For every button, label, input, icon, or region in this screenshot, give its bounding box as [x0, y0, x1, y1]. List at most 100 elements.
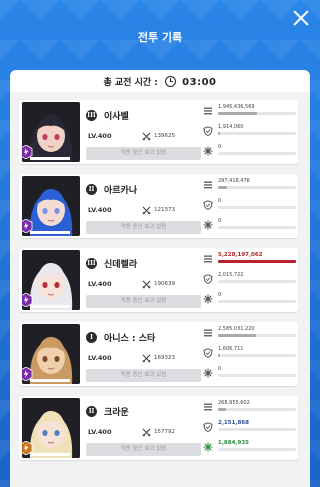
crossed-swords-icon: [142, 428, 151, 436]
stats-panel: 268,955,602 2,151,868 1,884,935: [203, 398, 296, 458]
damage-taken-stat: 2,151,868: [203, 419, 296, 439]
portrait-hp-bar: [30, 305, 70, 308]
character-portrait: [22, 250, 80, 310]
damage-dealt-bar: [218, 260, 296, 263]
class-badge-icon: [22, 367, 33, 381]
stats-panel: 1,945,436,569 1,914,060 0: [203, 102, 296, 162]
character-level: LV.400: [88, 280, 112, 288]
total-time-value: 03:00: [182, 77, 217, 88]
damage-dealt-stat: 2,585,031,220: [203, 325, 296, 345]
burst-badge: I: [86, 331, 97, 343]
crossed-swords-icon: [142, 354, 151, 362]
name-row: III 신데렐라: [86, 257, 138, 270]
burst-badge: III: [86, 257, 97, 269]
heal-bar: [218, 226, 296, 229]
crossed-swords-icon: [142, 280, 151, 288]
damage-taken-value: 0: [218, 198, 222, 204]
character-level: LV.400: [88, 206, 112, 214]
combat-power: 157792: [142, 427, 175, 437]
stats-panel: 297,418,476 0 0: [203, 176, 296, 236]
active-effects-box[interactable]: 적용 중인 효과 없음: [86, 369, 201, 382]
character-card[interactable]: III 신데렐라 LV.400 190639 적용 중인 효과 없음 5,228…: [19, 248, 298, 312]
character-card[interactable]: II 크라운 LV.400 157792 적용 중인 효과 없음 268,955…: [19, 396, 298, 460]
heal-stat: 0: [203, 143, 296, 163]
damage-dealt-value: 2,585,031,220: [218, 326, 255, 332]
character-name: 신데렐라: [104, 259, 138, 270]
damage-taken-bar: [218, 280, 296, 283]
active-effects-box[interactable]: 적용 중인 효과 없음: [86, 221, 201, 234]
heal-bar: [218, 374, 296, 377]
shield-icon: [203, 274, 213, 284]
combat-power-value: 139625: [154, 133, 175, 139]
heal-value: 0: [218, 292, 222, 298]
damage-dealt-value: 268,955,602: [218, 400, 250, 406]
character-level: LV.400: [88, 428, 112, 436]
shield-icon: [203, 126, 213, 136]
crossed-swords-icon: [142, 206, 151, 214]
damage-dealt-stat: 268,955,602: [203, 399, 296, 419]
heal-icon: [203, 220, 213, 230]
heal-stat: 0: [203, 365, 296, 385]
combat-power-value: 157792: [154, 429, 175, 435]
class-badge-icon: [22, 441, 33, 455]
character-name: 크라운: [104, 407, 129, 418]
character-list[interactable]: III 이사벨 LV.400 139625 적용 중인 효과 없음 1,945,…: [10, 92, 310, 487]
total-battle-time: 총 교전 시간 : 03:00: [10, 76, 310, 90]
combat-power: 139625: [142, 131, 175, 141]
character-name: 이사벨: [104, 111, 129, 122]
heal-icon: [203, 294, 213, 304]
heal-value: 0: [218, 144, 222, 150]
total-time-label: 총 교전 시간 :: [103, 78, 158, 88]
name-row: III 이사벨: [86, 109, 129, 122]
shield-icon: [203, 348, 213, 358]
heal-value: 0: [218, 366, 222, 372]
character-portrait: [22, 176, 80, 236]
heal-icon: [203, 442, 213, 452]
active-effects-box[interactable]: 적용 중인 효과 없음: [86, 443, 201, 456]
damage-icon: [204, 403, 212, 411]
combat-power: 169323: [142, 353, 175, 363]
damage-taken-bar: [218, 132, 296, 135]
name-row: II 아르카나: [86, 183, 137, 196]
character-card[interactable]: I 아니스 : 스타 LV.400 169323 적용 중인 효과 없음 2,5…: [19, 322, 298, 386]
combat-power: 121373: [142, 205, 175, 215]
character-name: 아니스 : 스타: [104, 333, 156, 344]
damage-taken-value: 1,914,060: [218, 124, 244, 130]
character-level: LV.400: [88, 354, 112, 362]
shield-icon: [203, 422, 213, 432]
stats-panel: 2,585,031,220 1,606,711 0: [203, 324, 296, 384]
damage-icon: [204, 255, 212, 263]
character-level: LV.400: [88, 132, 112, 140]
damage-dealt-bar: [218, 186, 296, 189]
heal-bar: [218, 152, 296, 155]
damage-taken-bar: [218, 428, 296, 431]
active-effects-box[interactable]: 적용 중인 효과 없음: [86, 295, 201, 308]
burst-badge: II: [86, 183, 97, 195]
damage-dealt-bar: [218, 112, 296, 115]
portrait-hp-bar: [30, 157, 70, 160]
damage-dealt-bar: [218, 334, 296, 337]
page-title: 전투 기록: [137, 31, 183, 44]
damage-taken-stat: 0: [203, 197, 296, 217]
heal-stat: 0: [203, 217, 296, 237]
class-badge-icon: [22, 293, 33, 307]
header: 전투 기록: [0, 0, 320, 70]
portrait-hp-bar: [30, 379, 70, 382]
battle-record-panel: 총 교전 시간 : 03:00 III 이사벨 LV.400 139625 적용…: [10, 70, 310, 487]
active-effects-box[interactable]: 적용 중인 효과 없음: [86, 147, 201, 160]
portrait-hp-bar: [30, 453, 70, 456]
damage-taken-stat: 1,914,060: [203, 123, 296, 143]
character-portrait: [22, 398, 80, 458]
combat-power-value: 169323: [154, 355, 175, 361]
character-card[interactable]: III 이사벨 LV.400 139625 적용 중인 효과 없음 1,945,…: [19, 100, 298, 164]
damage-taken-stat: 1,606,711: [203, 345, 296, 365]
damage-dealt-stat: 1,945,436,569: [203, 103, 296, 123]
shield-icon: [203, 200, 213, 210]
damage-taken-value: 2,015,722: [218, 272, 244, 278]
close-button[interactable]: [292, 9, 310, 27]
damage-dealt-value: 5,228,197,062: [218, 252, 263, 258]
heal-icon: [203, 146, 213, 156]
damage-icon: [204, 329, 212, 337]
character-card[interactable]: II 아르카나 LV.400 121373 적용 중인 효과 없음 297,41…: [19, 174, 298, 238]
portrait-hp-bar: [30, 231, 70, 234]
